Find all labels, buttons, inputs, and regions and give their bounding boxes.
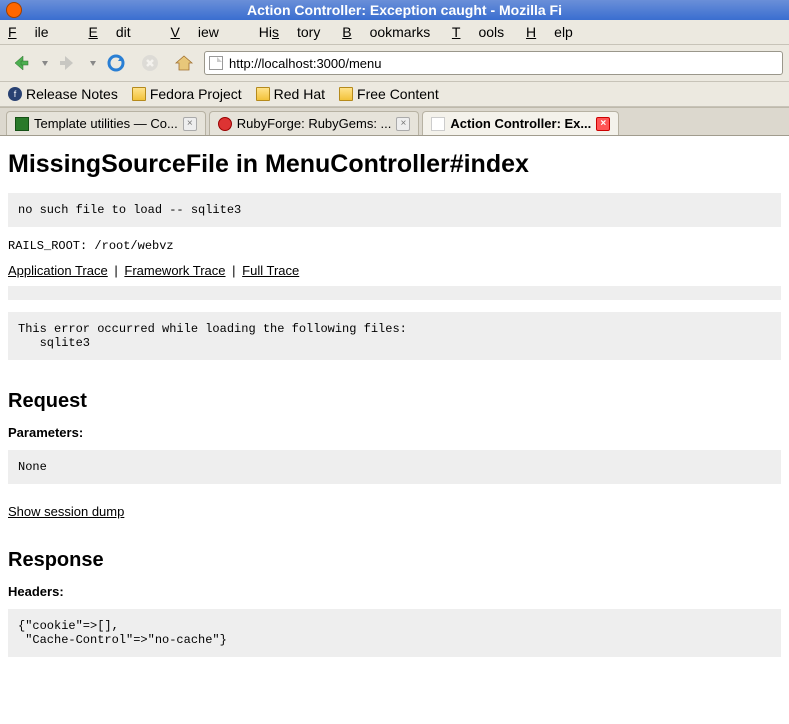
tab-bar: Template utilities — Co... × RubyForge: … — [0, 107, 789, 136]
menu-bookmarks[interactable]: Bookmarks — [342, 24, 430, 40]
separator: | — [114, 263, 117, 278]
load-files-error: This error occurred while loading the fo… — [8, 312, 781, 360]
application-trace-link[interactable]: Application Trace — [8, 263, 108, 278]
url-bar[interactable] — [204, 51, 783, 75]
rails-root: RAILS_ROOT: /root/webvz — [8, 239, 781, 253]
navigation-toolbar — [0, 45, 789, 82]
headers-label: Headers: — [8, 584, 781, 599]
bookmark-free-content[interactable]: Free Content — [339, 86, 439, 102]
folder-icon — [339, 87, 353, 101]
parameters-value: None — [8, 450, 781, 484]
folder-icon — [132, 87, 146, 101]
bookmark-label: Red Hat — [274, 86, 325, 102]
menu-edit[interactable]: Edit — [88, 24, 148, 40]
error-heading: MissingSourceFile in MenuController#inde… — [8, 150, 781, 179]
tab-label: RubyForge: RubyGems: ... — [237, 116, 392, 131]
trace-output — [8, 286, 781, 300]
request-heading: Request — [8, 390, 781, 413]
favicon-icon — [218, 117, 232, 131]
favicon-icon — [431, 117, 445, 131]
tab-rubyforge[interactable]: RubyForge: RubyGems: ... × — [209, 111, 420, 135]
headers-value: {"cookie"=>[], "Cache-Control"=>"no-cach… — [8, 609, 781, 657]
parameters-label: Parameters: — [8, 425, 781, 440]
menu-view[interactable]: View — [171, 24, 237, 40]
close-icon[interactable]: × — [183, 117, 197, 131]
folder-icon — [256, 87, 270, 101]
back-dropdown-icon[interactable] — [42, 61, 48, 66]
close-icon[interactable]: × — [596, 117, 610, 131]
trace-links: Application Trace | Framework Trace | Fu… — [8, 263, 781, 278]
tab-label: Template utilities — Co... — [34, 116, 178, 131]
response-heading: Response — [8, 549, 781, 572]
menu-bar: File Edit View History Bookmarks Tools H… — [0, 20, 789, 45]
home-button[interactable] — [170, 49, 198, 77]
menu-file[interactable]: File — [8, 24, 67, 40]
back-button[interactable] — [6, 49, 34, 77]
bookmark-label: Fedora Project — [150, 86, 242, 102]
separator: | — [232, 263, 235, 278]
reload-button[interactable] — [102, 49, 130, 77]
firefox-icon — [6, 2, 22, 18]
menu-help[interactable]: Help — [526, 24, 573, 40]
forward-dropdown-icon[interactable] — [90, 61, 96, 66]
menu-history[interactable]: History — [259, 24, 321, 40]
tab-action-controller[interactable]: Action Controller: Ex... × — [422, 111, 619, 135]
window-title: Action Controller: Exception caught - Mo… — [26, 2, 783, 18]
session-dump-link[interactable]: Show session dump — [8, 504, 124, 519]
full-trace-link[interactable]: Full Trace — [242, 263, 299, 278]
page-icon — [209, 56, 223, 70]
url-input[interactable] — [229, 56, 778, 71]
error-message: no such file to load -- sqlite3 — [8, 193, 781, 227]
framework-trace-link[interactable]: Framework Trace — [124, 263, 225, 278]
bookmark-label: Release Notes — [26, 86, 118, 102]
menu-tools[interactable]: Tools — [452, 24, 504, 40]
favicon-icon — [15, 117, 29, 131]
window-titlebar: Action Controller: Exception caught - Mo… — [0, 0, 789, 20]
forward-button — [54, 49, 82, 77]
stop-button — [136, 49, 164, 77]
tab-label: Action Controller: Ex... — [450, 116, 591, 131]
close-icon[interactable]: × — [396, 117, 410, 131]
tab-template-utilities[interactable]: Template utilities — Co... × — [6, 111, 206, 135]
bookmark-red-hat[interactable]: Red Hat — [256, 86, 325, 102]
fedora-icon: f — [8, 87, 22, 101]
bookmarks-toolbar: f Release Notes Fedora Project Red Hat F… — [0, 82, 789, 107]
bookmark-label: Free Content — [357, 86, 439, 102]
bookmark-release-notes[interactable]: f Release Notes — [8, 86, 118, 102]
bookmark-fedora-project[interactable]: Fedora Project — [132, 86, 242, 102]
page-content: MissingSourceFile in MenuController#inde… — [0, 136, 789, 677]
